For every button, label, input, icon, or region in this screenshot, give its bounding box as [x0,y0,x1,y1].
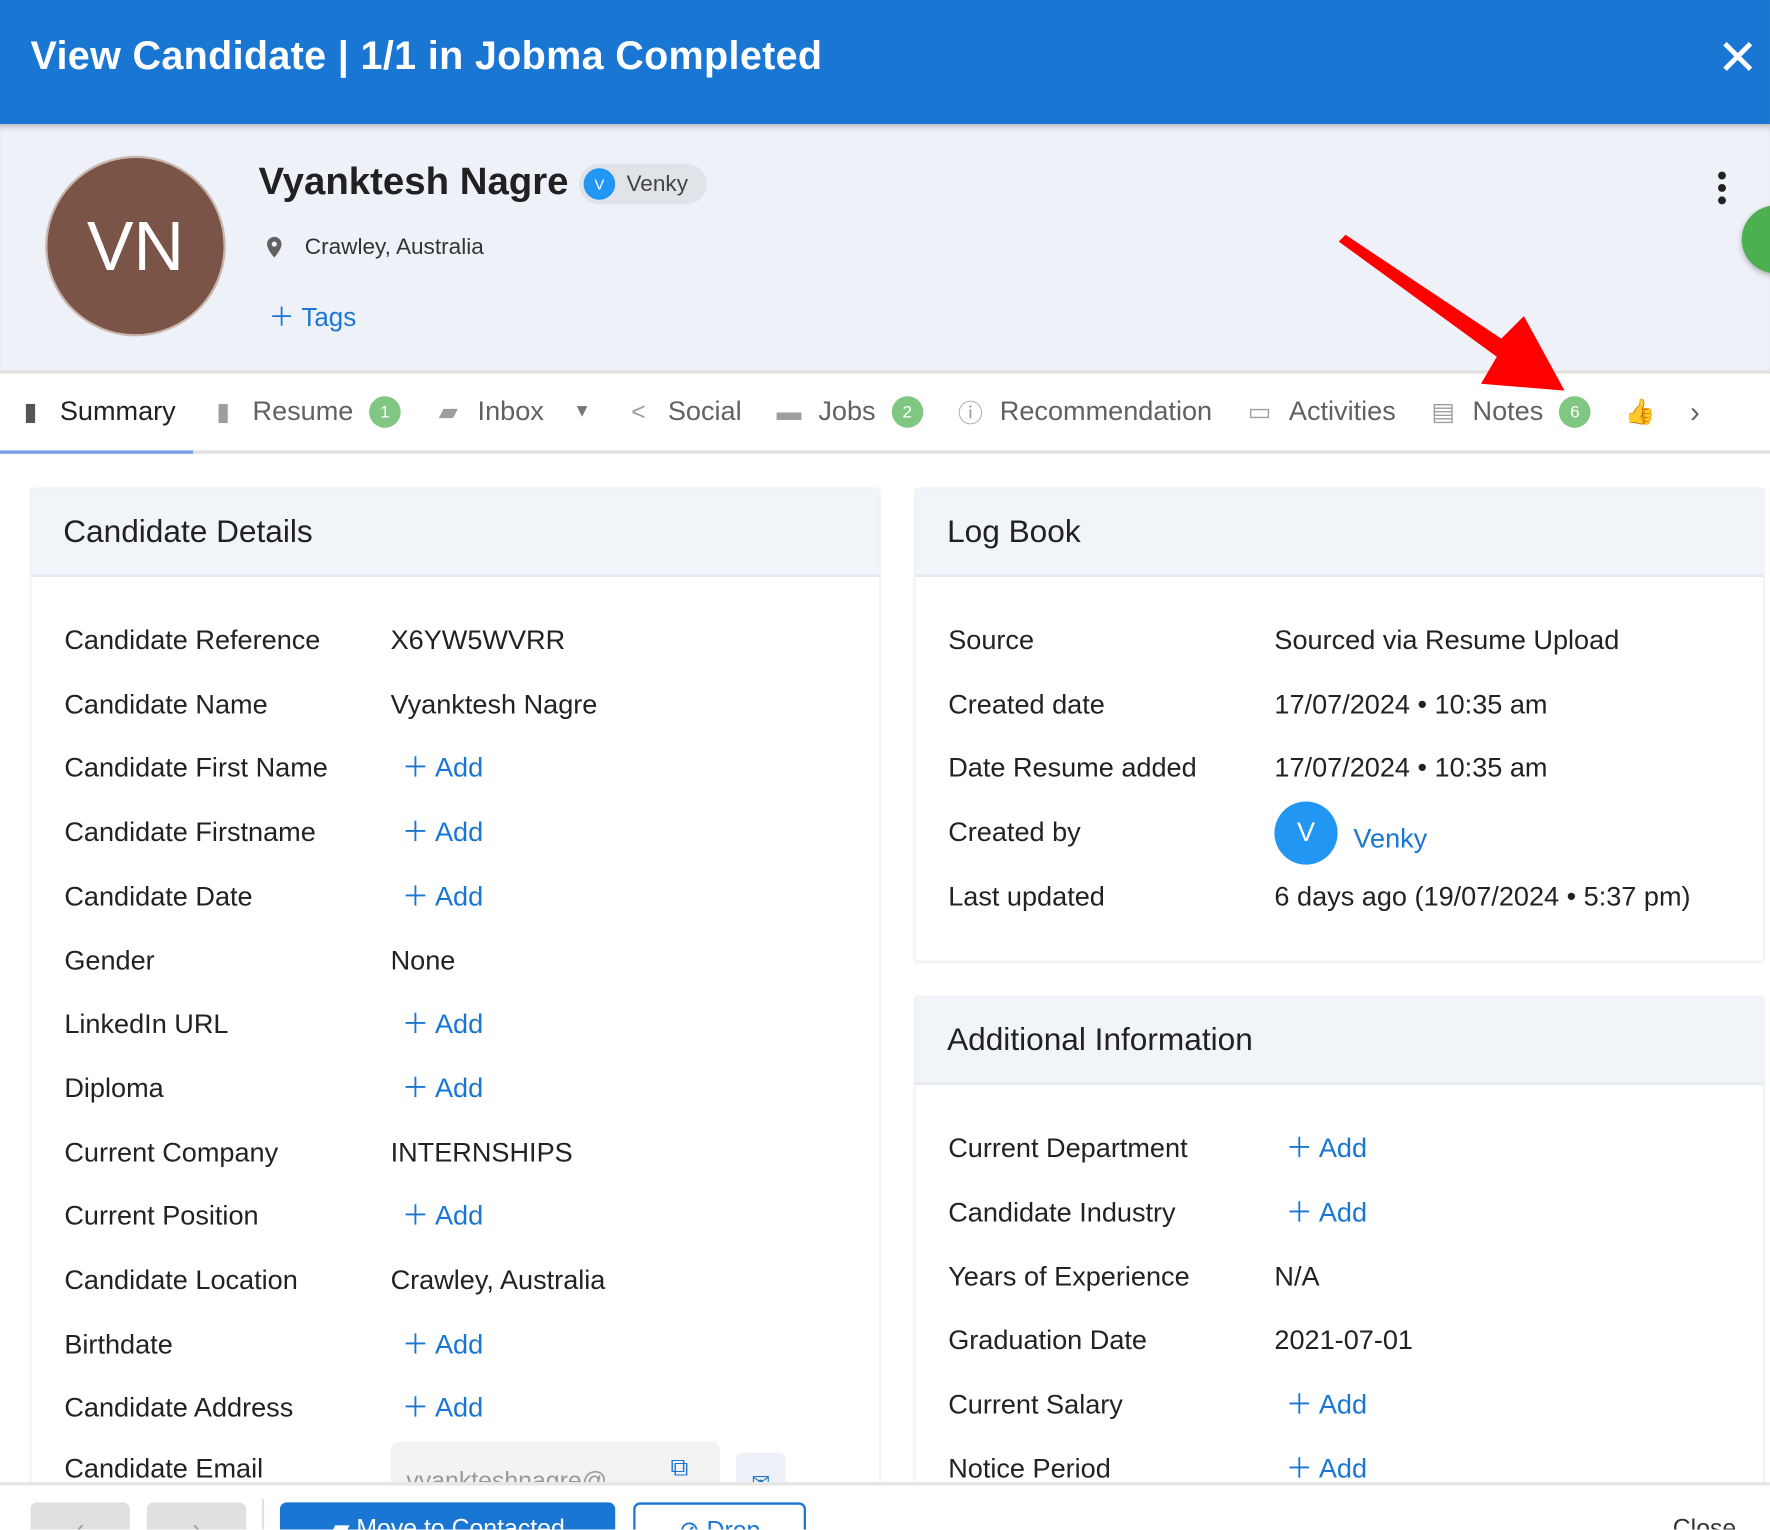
next-button[interactable]: › [146,1502,247,1530]
move-to-contacted-button[interactable]: ▰ Move to Contacted [279,1502,616,1530]
footer-bar: ‹ › ▰ Move to Contacted ⊘ Drop Close [0,1482,1770,1530]
drop-icon: ⊘ [679,1516,707,1530]
button-label: Move to Contacted [356,1513,565,1530]
previous-button[interactable]: ‹ [30,1502,130,1530]
button-label: Drop [707,1516,761,1530]
divider [261,1499,265,1530]
drop-button[interactable]: ⊘ Drop [633,1502,806,1530]
close-button[interactable]: Close [1659,1502,1749,1530]
briefcase-icon: ▰ [330,1513,357,1530]
annotation-arrow [1338,234,1565,391]
